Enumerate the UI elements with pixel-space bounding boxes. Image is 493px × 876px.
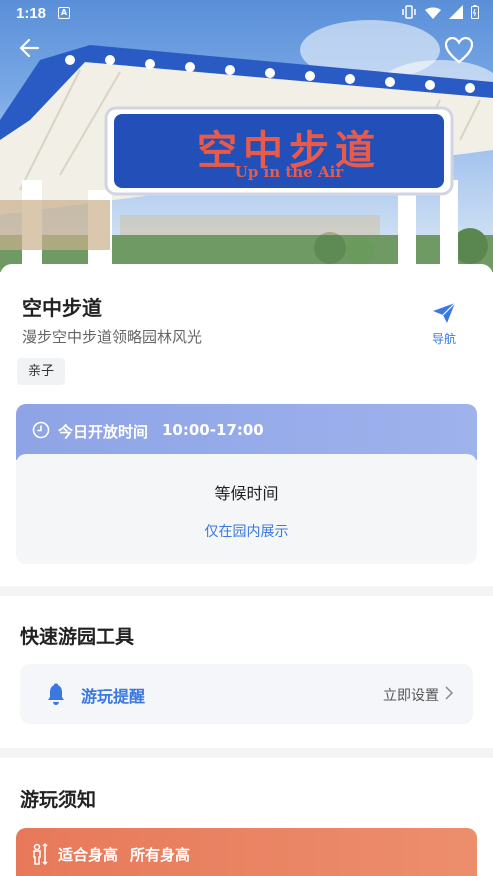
height-requirement-card: 适合身高 所有身高 [16,828,477,876]
heart-icon [444,36,474,64]
reminder-action: 立即设置 [383,688,439,704]
section-divider [0,586,493,596]
section-divider [0,748,493,758]
hours-value: 10:00-17:00 [162,421,264,439]
notice-section-title: 游玩须知 [20,789,97,811]
status-bar: 1:18 A [0,0,493,28]
reminder-row[interactable]: 游玩提醒 立即设置 [20,664,473,724]
wifi-icon [425,6,441,19]
hero-image: 空中步道 Up in the Air [0,0,493,272]
favorite-button[interactable] [444,36,474,64]
height-value: 所有身高 [130,846,191,864]
arrow-left-icon [19,38,40,58]
status-time: 1:18 [16,5,47,22]
reminder-label: 游玩提醒 [81,687,146,706]
hero-sign-text-en: Up in the Air [234,163,344,181]
attraction-title: 空中步道 [22,296,102,320]
vibrate-icon [402,5,416,19]
signal-icon [449,5,463,19]
height-label: 适合身高 [58,846,119,864]
status-icons [401,5,479,19]
battery-icon [471,5,479,19]
bell-icon [48,683,64,705]
wait-time-panel: 等候时间 仅在园内展示 [16,454,477,564]
navigate-button[interactable]: 导航 [424,302,464,347]
height-icon [33,843,48,865]
send-icon [433,302,456,323]
back-button[interactable] [16,34,44,62]
notification-icon: A [58,7,70,19]
attraction-subtitle: 漫步空中步道领略园林风光 [22,328,203,346]
hours-card: 今日开放时间 10:00-17:00 等候时间 仅在园内展示 [16,404,477,564]
wait-time-label: 等候时间 [214,484,279,503]
tools-section-title: 快速游园工具 [20,626,135,648]
hours-label: 今日开放时间 [58,423,149,441]
navigate-label: 导航 [431,332,456,346]
hours-header: 今日开放时间 10:00-17:00 [16,404,477,460]
chevron-right-icon [445,686,453,700]
clock-icon [32,421,50,439]
category-tag: 亲子 [17,358,66,385]
wait-time-note: 仅在园内展示 [204,524,289,540]
